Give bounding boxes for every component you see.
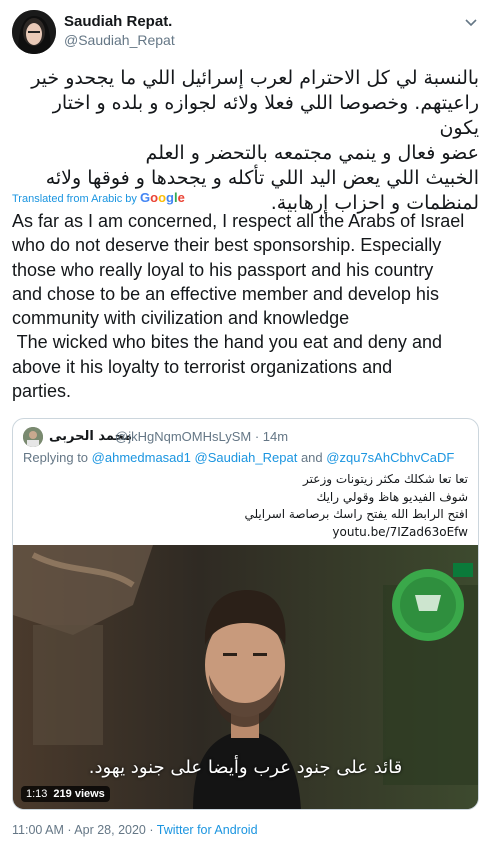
tweet-source[interactable]: Twitter for Android [157,823,258,837]
quoted-text: تعا تعا شكلك مكثر زيتونات وزعتر شوف الفي… [28,471,468,541]
video-player[interactable]: قائد على جنود عرب وأيضا على جنود يهود. 1… [13,545,478,809]
video-views: 219 views [53,788,105,800]
english-line: parties. [12,381,72,402]
tweet-timestamp[interactable]: 11:00 AM · Apr 28, 2020 · [12,823,154,837]
reply-context: Replying to @ahmedmasad1 @Saudiah_Repat … [23,450,454,465]
reply-and: and [300,450,323,465]
video-meta-badge: 1:13 219 views [21,786,110,802]
reply-mention[interactable]: @Saudiah_Repat [195,450,298,465]
english-line: who do not deserve their best sponsorshi… [12,235,442,256]
english-line: those who really loyal to his passport a… [12,259,434,280]
arabic-line: بالنسبة لي كل الاحترام لعرب إسرائيل اللي… [31,67,479,89]
arabic-line: الخبيث اللي يعض اليد اللي تأكله و يجحدها… [45,167,479,189]
english-line: The wicked who bites the hand you eat an… [12,332,442,353]
english-line: and chose to be an effective member and … [12,283,439,304]
translation-attribution[interactable]: Translated from Arabic by Google [12,190,185,205]
author-handle[interactable]: @Saudiah_Repat [64,31,175,49]
quoted-avatar[interactable] [23,427,43,447]
tweet-text-translation: As far as I am concerned, I respect all … [12,209,482,403]
avatar[interactable] [12,10,56,54]
tweet-header: Saudiah Repat. @Saudiah_Repat [12,8,479,56]
english-line: As far as I am concerned, I respect all … [12,211,465,231]
reply-prefix: Replying to [23,450,89,465]
quoted-line: افتح الرابط الله يفتح راسك برصاصة اسرايل… [244,507,468,521]
quoted-link[interactable]: youtu.be/7IZad63oEfw [28,524,468,542]
video-duration: 1:13 [26,788,48,800]
quoted-time: · 14m [254,429,289,444]
quoted-line: شوف الفيديو هاظ وقولي رايك [316,489,468,504]
google-logo: Google [139,190,185,205]
english-line: above it his loyalty to terrorist organi… [12,356,393,377]
arabic-line: راعيتهم. وخصوصا اللي فعلا ولائه لجوازه و… [52,92,479,139]
author-name[interactable]: Saudiah Repat. [64,12,175,31]
chevron-down-icon[interactable] [463,14,479,30]
translated-label: Translated from Arabic by [12,193,137,205]
arabic-line: عضو فعال و ينمي مجتمعه بالتحضر و العلم [145,142,479,164]
quoted-line: تعا تعا شكلك مكثر زيتونات وزعتر [303,472,468,486]
reply-mention[interactable]: @zqu7sAhCbhvCaDF [326,450,454,465]
video-subtitle: قائد على جنود عرب وأيضا على جنود يهود. [88,757,403,778]
quoted-author-handle[interactable]: @jkHgNqmOMHsLySM [115,429,251,444]
quoted-tweet[interactable]: محمد الحربى @jkHgNqmOMHsLySM · 14m Reply… [12,418,479,810]
english-line: community with civilization and knowledg… [12,308,350,329]
reply-mention[interactable]: @ahmedmasad1 [92,450,191,465]
tweet-footer: 11:00 AM · Apr 28, 2020 · Twitter for An… [12,823,258,837]
